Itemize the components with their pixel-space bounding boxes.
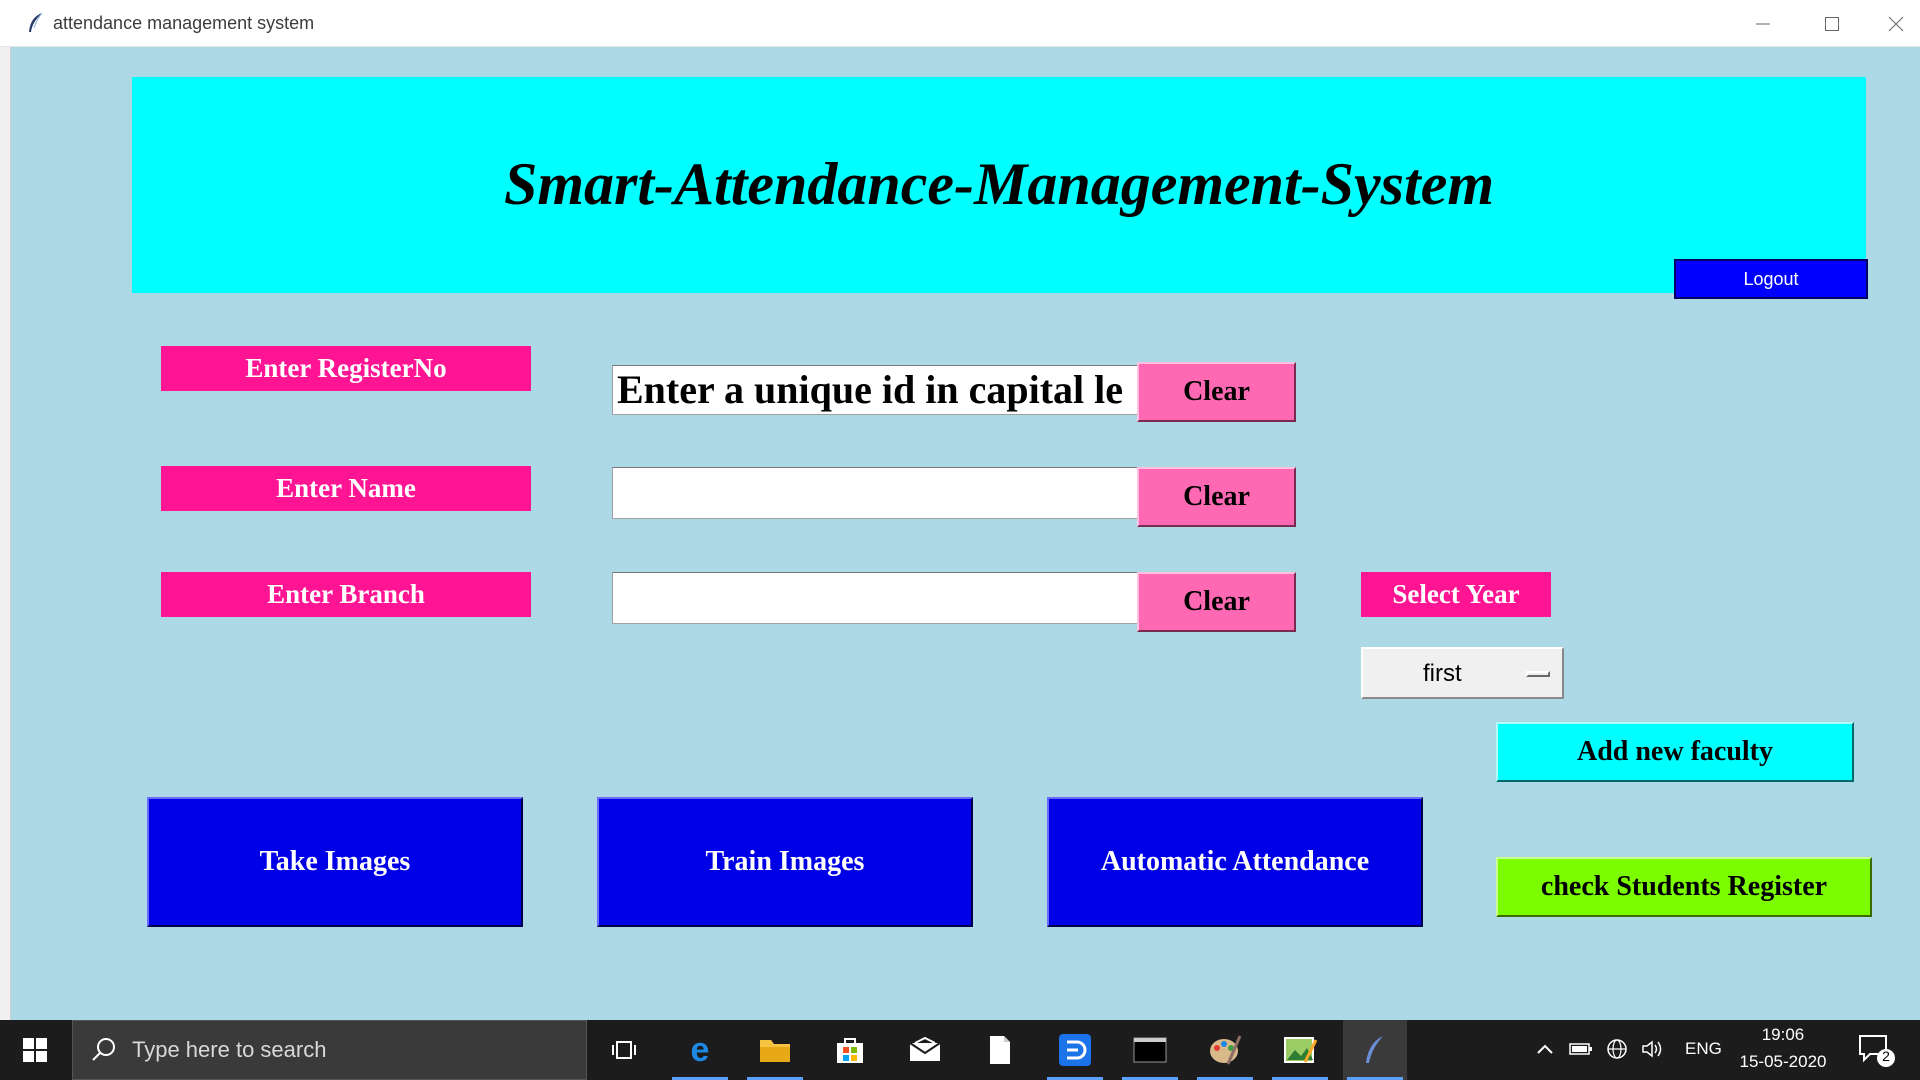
- check-students-register-button[interactable]: check Students Register: [1496, 857, 1872, 917]
- taskbar-edge[interactable]: e: [668, 1020, 732, 1080]
- chevron-up-icon: [1537, 1044, 1553, 1054]
- taskbar-store[interactable]: [818, 1020, 882, 1080]
- start-button[interactable]: [0, 1020, 70, 1080]
- taskbar-terminal[interactable]: [1118, 1020, 1182, 1080]
- paint-icon: [1210, 1035, 1242, 1065]
- taskbar-python-app[interactable]: [1343, 1020, 1407, 1080]
- edge-icon: e: [691, 1034, 710, 1066]
- clock-time[interactable]: 19:06: [1740, 1025, 1826, 1045]
- name-label: Enter Name: [161, 466, 531, 511]
- language-indicator[interactable]: ENG: [1685, 1039, 1722, 1059]
- app-icon: [1059, 1034, 1091, 1066]
- terminal-icon: [1133, 1037, 1167, 1063]
- window-title: attendance management system: [53, 13, 315, 33]
- clear-register-button[interactable]: Clear: [1137, 362, 1296, 422]
- battery-button[interactable]: [1566, 1034, 1596, 1064]
- minimize-button[interactable]: [1732, 0, 1794, 47]
- taskbar-mail[interactable]: [893, 1020, 957, 1080]
- store-icon: [837, 1038, 863, 1063]
- network-button[interactable]: [1602, 1034, 1632, 1064]
- svg-text:e: e: [691, 1034, 710, 1066]
- taskbar-image-editor[interactable]: [1268, 1020, 1332, 1080]
- battery-icon: [1569, 1043, 1592, 1055]
- year-selected-value: first: [1423, 660, 1462, 687]
- taskbar-paint[interactable]: [1193, 1020, 1257, 1080]
- year-select[interactable]: first: [1361, 647, 1564, 699]
- minimize-icon: [1756, 23, 1770, 24]
- option-menu-indicator-icon: [1526, 671, 1550, 677]
- close-button[interactable]: [1872, 0, 1920, 47]
- branch-label: Enter Branch: [161, 572, 531, 617]
- close-icon: [1888, 16, 1904, 31]
- taskbar-notepad[interactable]: [968, 1020, 1032, 1080]
- taskbar-app[interactable]: [1043, 1020, 1107, 1080]
- automatic-attendance-button[interactable]: Automatic Attendance: [1047, 797, 1423, 927]
- maximize-button[interactable]: [1801, 0, 1863, 47]
- add-new-faculty-button[interactable]: Add new faculty: [1496, 722, 1854, 782]
- search-icon: [92, 1038, 115, 1061]
- volume-button[interactable]: [1638, 1034, 1668, 1064]
- action-center-button[interactable]: 2: [1856, 1032, 1896, 1068]
- branch-input[interactable]: [612, 572, 1138, 624]
- maximize-icon: [1825, 16, 1839, 31]
- notepad-icon: [990, 1036, 1010, 1064]
- windows-icon: [23, 1038, 47, 1062]
- logout-button[interactable]: Logout: [1674, 259, 1868, 299]
- train-images-button[interactable]: Train Images: [597, 797, 973, 927]
- page-title: Smart-Attendance-Management-System: [504, 151, 1494, 217]
- select-year-label: Select Year: [1361, 572, 1551, 617]
- taskbar-file-explorer[interactable]: [743, 1020, 807, 1080]
- search-placeholder: Type here to search: [132, 1037, 327, 1062]
- register-no-label: Enter RegisterNo: [161, 346, 531, 391]
- mail-icon: [909, 1037, 941, 1061]
- feather-icon: [29, 12, 43, 32]
- clock-date[interactable]: 15-05-2020: [1733, 1052, 1833, 1072]
- task-view-icon: [612, 1041, 636, 1059]
- file-explorer-icon: [760, 1040, 790, 1062]
- clear-branch-button[interactable]: Clear: [1137, 572, 1296, 632]
- clear-name-button[interactable]: Clear: [1137, 467, 1296, 527]
- take-images-button[interactable]: Take Images: [147, 797, 523, 927]
- image-editor-icon: [1284, 1037, 1317, 1063]
- name-input[interactable]: [612, 467, 1138, 519]
- notification-count: 2: [1882, 1048, 1890, 1064]
- python-feather-icon: [1366, 1036, 1383, 1063]
- speaker-icon: [1642, 1040, 1662, 1058]
- globe-icon: [1607, 1039, 1627, 1059]
- register-no-input[interactable]: Enter a unique id in capital le: [612, 365, 1138, 415]
- left-window-edge: [0, 0, 11, 1020]
- tray-overflow-button[interactable]: [1530, 1034, 1560, 1064]
- task-view-button[interactable]: [592, 1020, 656, 1080]
